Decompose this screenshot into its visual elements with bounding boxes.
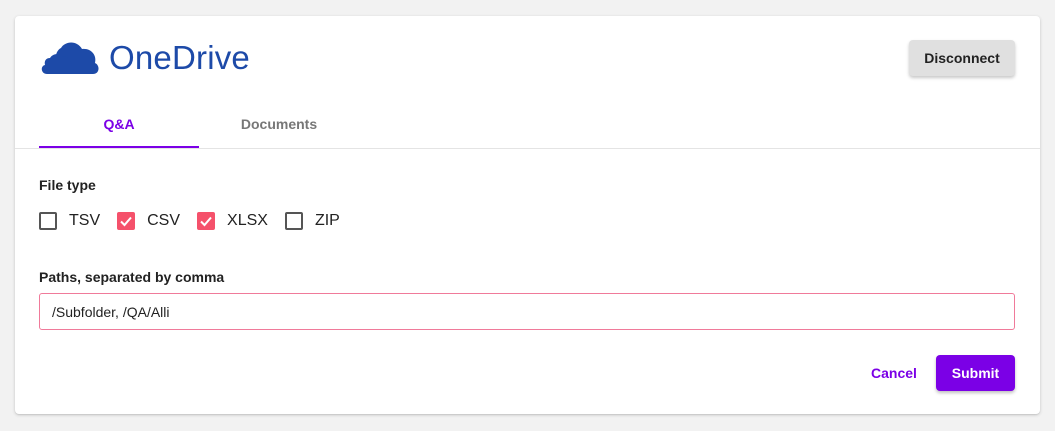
tab-documents[interactable]: Documents (199, 108, 359, 148)
submit-button[interactable]: Submit (936, 355, 1015, 391)
checkbox-csv-box[interactable] (117, 212, 136, 230)
checkbox-tsv[interactable]: TSV (39, 212, 100, 230)
disconnect-button[interactable]: Disconnect (909, 40, 1015, 76)
file-type-label: File type (39, 177, 96, 193)
checkbox-xlsx-label: XLSX (227, 212, 268, 229)
checkmark-icon (120, 216, 132, 227)
checkbox-xlsx-box[interactable] (197, 212, 216, 230)
checkbox-tsv-box[interactable] (39, 212, 57, 230)
checkbox-csv-label: CSV (147, 212, 181, 229)
paths-label: Paths, separated by comma (39, 269, 225, 285)
file-type-checkboxes: TSV CSV XLSX ZIP (39, 212, 357, 230)
checkbox-xlsx[interactable]: XLSX (197, 212, 268, 230)
checkbox-zip-box[interactable] (284, 212, 303, 230)
brand: OneDrive (39, 38, 250, 76)
checkbox-zip-label: ZIP (314, 212, 340, 229)
tab-divider (15, 148, 1040, 149)
tab-qa[interactable]: Q&A (39, 108, 199, 148)
tab-bar: Q&A Documents (39, 108, 359, 148)
onedrive-cloud-icon (39, 38, 101, 76)
onedrive-connector-card: OneDrive Disconnect Q&A Documents File t… (15, 16, 1040, 414)
checkbox-zip[interactable]: ZIP (284, 212, 340, 230)
checkbox-tsv-label: TSV (69, 212, 101, 229)
checkmark-icon (200, 216, 212, 227)
checkbox-csv[interactable]: CSV (117, 212, 180, 230)
paths-input[interactable] (39, 293, 1015, 330)
cancel-button[interactable]: Cancel (863, 355, 925, 391)
brand-name: OneDrive (109, 38, 250, 76)
